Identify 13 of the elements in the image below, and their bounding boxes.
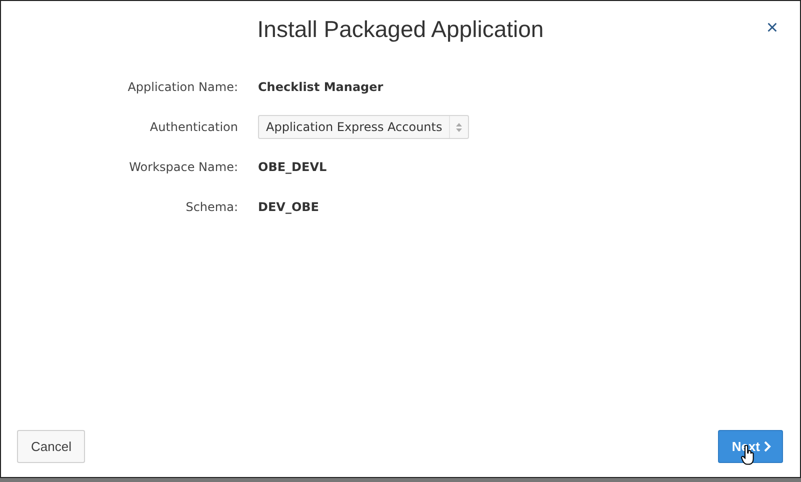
field-label: Authentication	[148, 119, 238, 136]
field-value: OBE_DEVL	[258, 159, 328, 176]
authentication-select[interactable]: Application Express Accounts	[258, 115, 469, 139]
sort-arrows-icon	[456, 122, 462, 132]
chevron-right-icon	[764, 441, 771, 452]
cancel-button[interactable]: Cancel	[17, 430, 86, 463]
field-label: Schema:	[184, 199, 238, 216]
close-button[interactable]: ×	[762, 17, 782, 40]
field-label: Application Name:	[126, 79, 238, 96]
field-value: DEV_OBE	[258, 199, 320, 216]
dialog-title: Install Packaged Application	[257, 16, 544, 42]
field-value: Checklist Manager	[258, 79, 384, 96]
field-label: Workspace Name:	[128, 159, 238, 176]
